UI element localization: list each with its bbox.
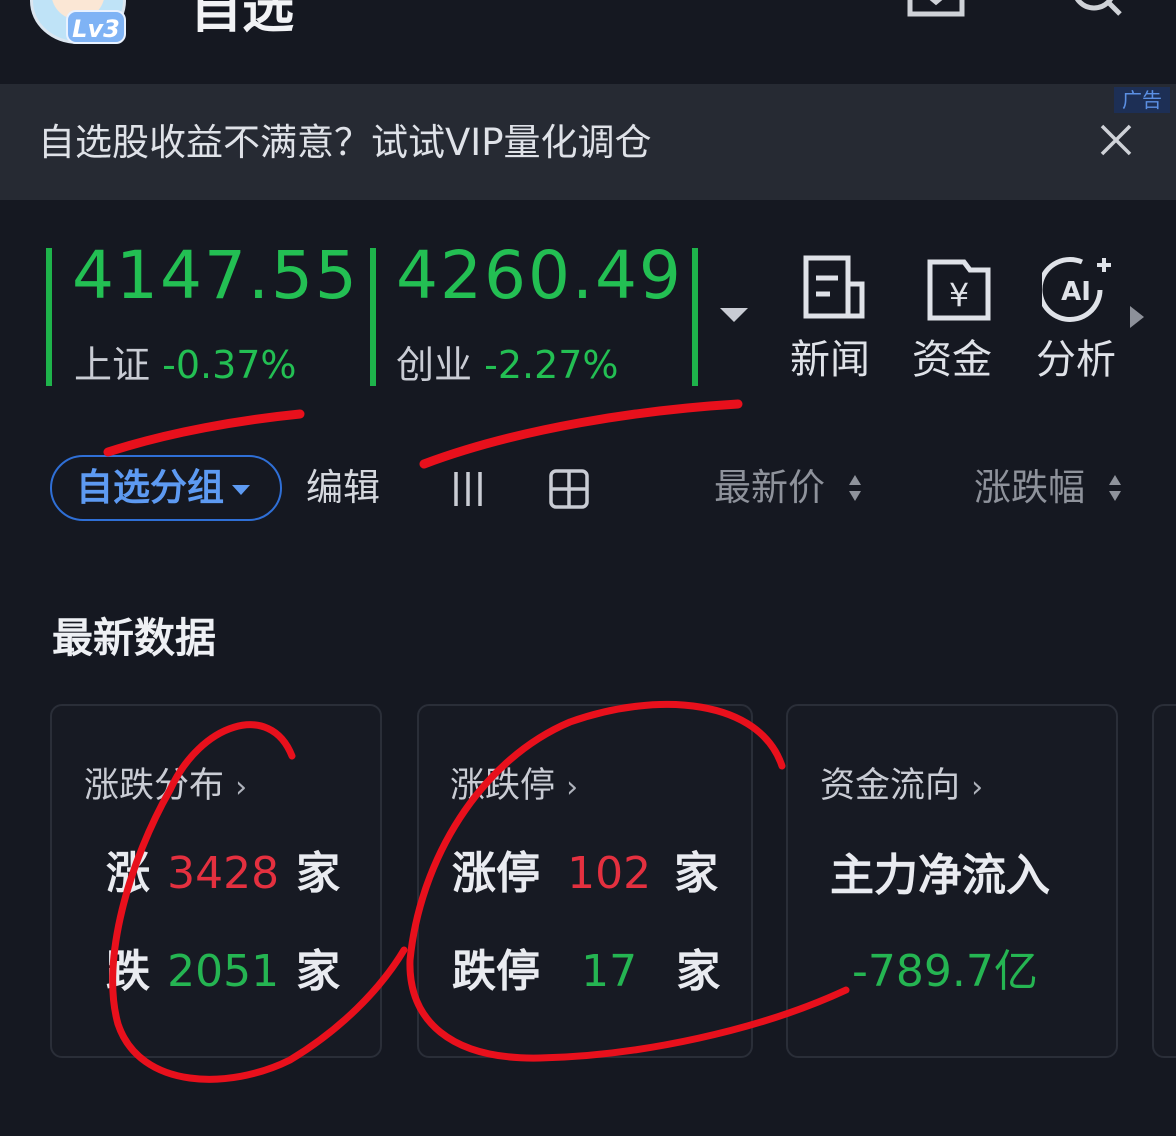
grid-view-icon[interactable] <box>548 468 590 510</box>
chevron-right-icon: › <box>971 770 984 805</box>
news-icon[interactable] <box>798 254 870 326</box>
card-title-distribution[interactable]: 涨跌分布 › <box>84 762 247 812</box>
unit-label: 家 <box>674 848 719 899</box>
quick-link-news[interactable]: 新闻 <box>790 334 870 386</box>
index-name-cy[interactable]: 创业 -2.27% <box>396 340 619 390</box>
sort-change-percent[interactable]: 涨跌幅 <box>974 462 1085 514</box>
search-icon[interactable] <box>1066 0 1126 30</box>
index-bar <box>692 248 698 386</box>
card-title-label: 涨跌停 <box>450 766 556 806</box>
level-badge: Lv3 <box>66 10 126 44</box>
edit-button[interactable]: 编辑 <box>306 462 380 514</box>
card-title-limit[interactable]: 涨跌停 › <box>450 762 578 812</box>
top-header: Lv3 自选 <box>0 0 1176 84</box>
chevron-down-icon[interactable] <box>720 308 748 322</box>
close-icon[interactable] <box>1096 120 1136 160</box>
up-count-row: 涨 3428 家 <box>106 844 340 904</box>
limit-up-row: 涨停 102 家 <box>452 844 718 904</box>
down-label: 跌 <box>106 946 150 997</box>
unit-label: 家 <box>676 946 721 997</box>
chevron-right-icon[interactable] <box>1130 306 1144 328</box>
index-value-cy[interactable]: 4260.49 <box>396 236 683 316</box>
card-title-flow[interactable]: 资金流向 › <box>820 762 983 812</box>
limit-down-count: 17 <box>581 946 638 997</box>
limit-up-label: 涨停 <box>452 848 540 899</box>
card-next-partial[interactable] <box>1152 704 1176 1058</box>
index-change: -0.37% <box>162 343 297 387</box>
caret-down-icon <box>232 484 250 495</box>
chevron-right-icon: › <box>235 770 248 805</box>
fund-icon[interactable]: ¥ <box>924 254 996 326</box>
index-value-sh[interactable]: 4147.55 <box>72 236 359 316</box>
index-change: -2.27% <box>484 343 619 387</box>
card-title-label: 涨跌分布 <box>84 766 225 806</box>
up-count: 3428 <box>167 848 280 899</box>
up-label: 涨 <box>106 848 150 899</box>
card-title-label: 资金流向 <box>820 766 961 806</box>
limit-down-row: 跌停 17 家 <box>452 942 720 1002</box>
sort-arrows-icon[interactable] <box>1108 472 1122 504</box>
group-selector-label: 自选分组 <box>76 466 224 509</box>
index-bar <box>46 248 52 386</box>
list-view-icon[interactable] <box>450 470 490 508</box>
sort-latest-price[interactable]: 最新价 <box>714 462 825 514</box>
limit-down-label: 跌停 <box>452 946 540 997</box>
page-title: 自选 <box>190 0 295 40</box>
index-label: 上证 <box>74 343 151 387</box>
message-icon[interactable] <box>906 0 966 30</box>
unit-label: 家 <box>296 848 341 899</box>
sort-arrows-icon[interactable] <box>848 472 862 504</box>
quick-link-fund[interactable]: 资金 <box>912 334 992 386</box>
down-count: 2051 <box>167 946 280 997</box>
index-label: 创业 <box>396 343 473 387</box>
ad-text[interactable]: 自选股收益不满意？试试VIP量化调仓 <box>38 118 652 168</box>
unit-label: 家 <box>296 946 341 997</box>
flow-value: -789.7亿 <box>852 946 1038 997</box>
down-count-row: 跌 2051 家 <box>106 942 340 1002</box>
index-name-sh[interactable]: 上证 -0.37% <box>74 340 297 390</box>
section-title: 最新数据 <box>52 614 216 662</box>
ad-tag: 广告 <box>1114 87 1170 113</box>
index-bar <box>370 248 376 386</box>
limit-up-count: 102 <box>567 848 652 899</box>
svg-text:AI: AI <box>1061 277 1091 307</box>
group-selector[interactable]: 自选分组 <box>50 455 282 521</box>
chevron-right-icon: › <box>566 770 579 805</box>
flow-label: 主力净流入 <box>830 850 1050 901</box>
svg-text:¥: ¥ <box>949 276 969 314</box>
quick-link-analysis[interactable]: 分析 <box>1036 334 1116 386</box>
ai-analysis-icon[interactable]: AI <box>1042 254 1114 326</box>
